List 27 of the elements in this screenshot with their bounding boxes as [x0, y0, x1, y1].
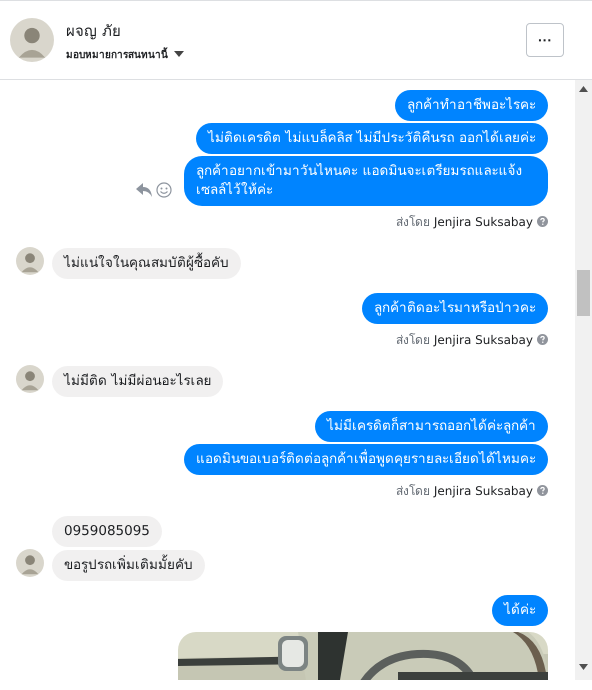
sent-message: ลูกค้าอยากเข้ามาวันไหนคะ แอดมินจะเตรียมรถและแจ้งเซลล์ไว้ให้ค่ะ	[184, 156, 548, 206]
received-message: ไม่แน่ใจในคุณสมบัติผู้ซื้อคับ	[52, 248, 241, 279]
avatar	[10, 18, 54, 62]
sent-message: ลูกค้าติดอะไรมาหรือป่าวคะ	[362, 293, 548, 324]
received-message: ขอรูปรถเพิ่มเติมมั้ยคับ	[52, 550, 205, 581]
contact-name: ผจญ ภัย	[66, 20, 122, 42]
scroll-up-icon[interactable]	[579, 86, 588, 92]
received-message: 0959085095	[52, 516, 162, 547]
help-icon[interactable]	[537, 334, 548, 345]
scroll-down-icon[interactable]	[579, 664, 588, 670]
scrollbar-thumb[interactable]	[577, 270, 590, 316]
sent-message: ไม่ติดเครดิต ไม่แบล็คลิส ไม่มีประวัติคืนรถ ออกได้เลยค่ะ	[196, 123, 548, 154]
more-button[interactable]: ···	[526, 23, 564, 57]
sent-message: ไม่มีเครดิตก็สามารถออกได้ค่ะลูกค้า	[315, 411, 548, 442]
assign-conversation-link[interactable]: มอบหมายการสนทนานี้	[66, 46, 168, 62]
sent-message: ลูกค้าทำอาชีพอะไรคะ	[395, 90, 548, 121]
emoji-icon[interactable]	[156, 182, 172, 198]
sent-by-text: ส่งโดย Jenjira Suksabay	[396, 483, 533, 500]
caret-icon[interactable]	[174, 51, 184, 57]
help-icon[interactable]	[537, 216, 548, 227]
help-icon[interactable]	[537, 485, 548, 496]
reply-icon[interactable]	[136, 183, 152, 197]
sent-by-text: ส่งโดย Jenjira Suksabay	[396, 214, 533, 231]
sent-by-text: ส่งโดย Jenjira Suksabay	[396, 332, 533, 349]
sent-message: แอดมินขอเบอร์ติดต่อลูกค้าเพื่อพูดคุยรายละเอียดได้ไหมคะ	[184, 444, 548, 475]
sent-message: ได้ค่ะ	[492, 595, 548, 626]
received-message: ไม่มีติด ไม่มีผ่อนอะไรเลย	[52, 366, 224, 397]
